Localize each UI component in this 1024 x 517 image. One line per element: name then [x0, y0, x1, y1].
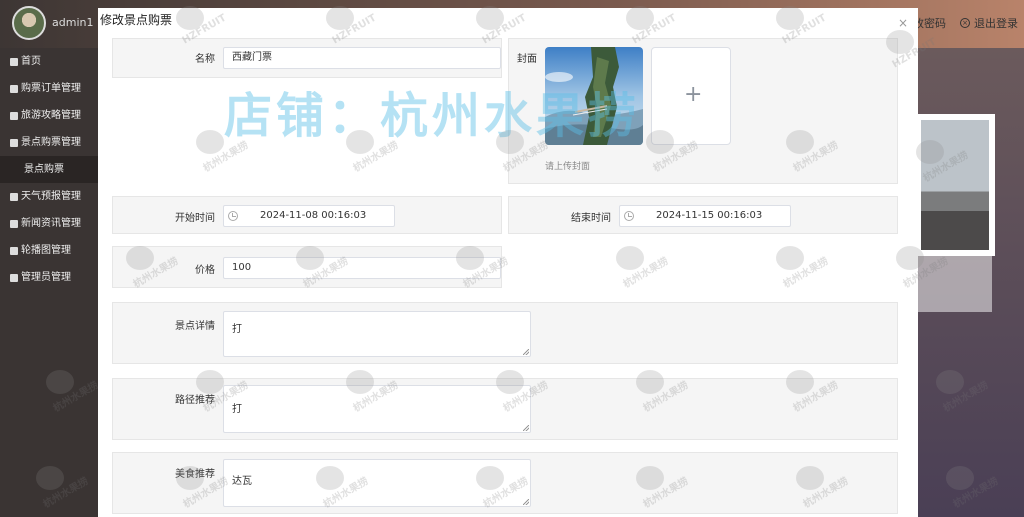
sidebar-item-ticket-orders[interactable]: 购票订单管理 — [0, 75, 98, 102]
background-card — [915, 114, 995, 256]
sidebar: 首页 购票订单管理 旅游攻略管理 景点购票管理 景点购票 天气预报管理 新闻资讯… — [0, 48, 98, 517]
name-label: 名称 — [195, 54, 215, 65]
edit-ticket-modal: 修改景点购票 × 名称 西藏门票 封面 + 请上传封面 开始时间 2024-11… — [98, 8, 918, 517]
close-icon[interactable]: × — [898, 16, 908, 30]
cliff-photo — [545, 47, 643, 145]
sidebar-item-label: 首页 — [21, 56, 41, 67]
sidebar-item-scenic-tickets[interactable]: 景点购票管理 — [0, 129, 98, 156]
sidebar-item-label: 购票订单管理 — [21, 83, 81, 94]
start-time-section: 开始时间 2024-11-08 00:16:03 — [112, 196, 502, 234]
cover-section: 封面 + 请上传封面 — [508, 38, 898, 184]
clock-icon — [624, 211, 634, 221]
sidebar-item-label: 旅游攻略管理 — [21, 110, 81, 121]
plus-icon: + — [684, 82, 703, 107]
admin-name: admin1 — [52, 16, 94, 29]
end-time-section: 结束时间 2024-11-15 00:16:03 — [508, 196, 898, 234]
sidebar-item-carousel[interactable]: 轮播图管理 — [0, 237, 98, 264]
weather-icon — [10, 192, 18, 201]
detail-label: 景点详情 — [175, 321, 215, 332]
price-section: 价格 100 — [112, 246, 502, 288]
sidebar-item-label: 天气预报管理 — [21, 191, 81, 202]
background-card-image — [921, 120, 989, 250]
sidebar-item-label: 景点购票管理 — [21, 137, 81, 148]
clock-icon — [228, 211, 238, 221]
ticket-icon — [10, 84, 18, 93]
sidebar-item-label: 管理员管理 — [21, 272, 71, 283]
name-section: 名称 西藏门票 — [112, 38, 502, 78]
user-icon — [10, 273, 18, 282]
sidebar-item-news[interactable]: 新闻资讯管理 — [0, 210, 98, 237]
sidebar-subitem-scenic-ticket[interactable]: 景点购票 — [0, 156, 98, 183]
grid-icon — [10, 138, 18, 147]
start-time-picker[interactable]: 2024-11-08 00:16:03 — [223, 205, 395, 227]
start-time-label: 开始时间 — [175, 213, 215, 224]
sidebar-item-travel-guides[interactable]: 旅游攻略管理 — [0, 102, 98, 129]
sidebar-item-label: 轮播图管理 — [21, 245, 71, 256]
sidebar-item-label: 景点购票 — [24, 164, 64, 175]
cover-upload-tip: 请上传封面 — [545, 162, 591, 172]
cover-label: 封面 — [517, 54, 537, 65]
food-textarea[interactable]: 达瓦 — [223, 459, 531, 507]
news-icon — [10, 219, 18, 228]
cover-upload-button[interactable]: + — [651, 47, 731, 145]
cover-image[interactable] — [545, 47, 643, 145]
food-section: 美食推荐 达瓦 — [112, 452, 898, 514]
logout-link[interactable]: × 退出登录 — [960, 15, 1018, 31]
logout-label: 退出登录 — [974, 17, 1018, 30]
home-icon — [10, 57, 18, 66]
sidebar-item-label: 新闻资讯管理 — [21, 218, 81, 229]
route-section: 路径推荐 打 — [112, 378, 898, 440]
sidebar-item-admins[interactable]: 管理员管理 — [0, 264, 98, 291]
price-input[interactable]: 100 — [223, 257, 501, 279]
modal-title: 修改景点购票 — [100, 13, 173, 27]
avatar[interactable] — [12, 6, 46, 40]
start-time-value: 2024-11-08 00:16:03 — [260, 210, 367, 221]
price-label: 价格 — [195, 265, 215, 276]
sidebar-item-weather[interactable]: 天气预报管理 — [0, 183, 98, 210]
route-label: 路径推荐 — [175, 395, 215, 406]
route-textarea[interactable]: 打 — [223, 385, 531, 433]
detail-textarea[interactable]: 打 — [223, 311, 531, 357]
name-input[interactable]: 西藏门票 — [223, 47, 501, 69]
end-time-picker[interactable]: 2024-11-15 00:16:03 — [619, 205, 791, 227]
topbar-actions: 改密码 × 退出登录 — [913, 15, 1018, 31]
guide-icon — [10, 111, 18, 120]
sidebar-item-home[interactable]: 首页 — [0, 48, 98, 75]
end-time-label: 结束时间 — [571, 213, 611, 224]
detail-section: 景点详情 打 — [112, 302, 898, 364]
food-label: 美食推荐 — [175, 469, 215, 480]
background-panel — [918, 256, 992, 312]
carousel-icon — [10, 246, 18, 255]
end-time-value: 2024-11-15 00:16:03 — [656, 210, 763, 221]
logout-icon: × — [960, 18, 970, 28]
